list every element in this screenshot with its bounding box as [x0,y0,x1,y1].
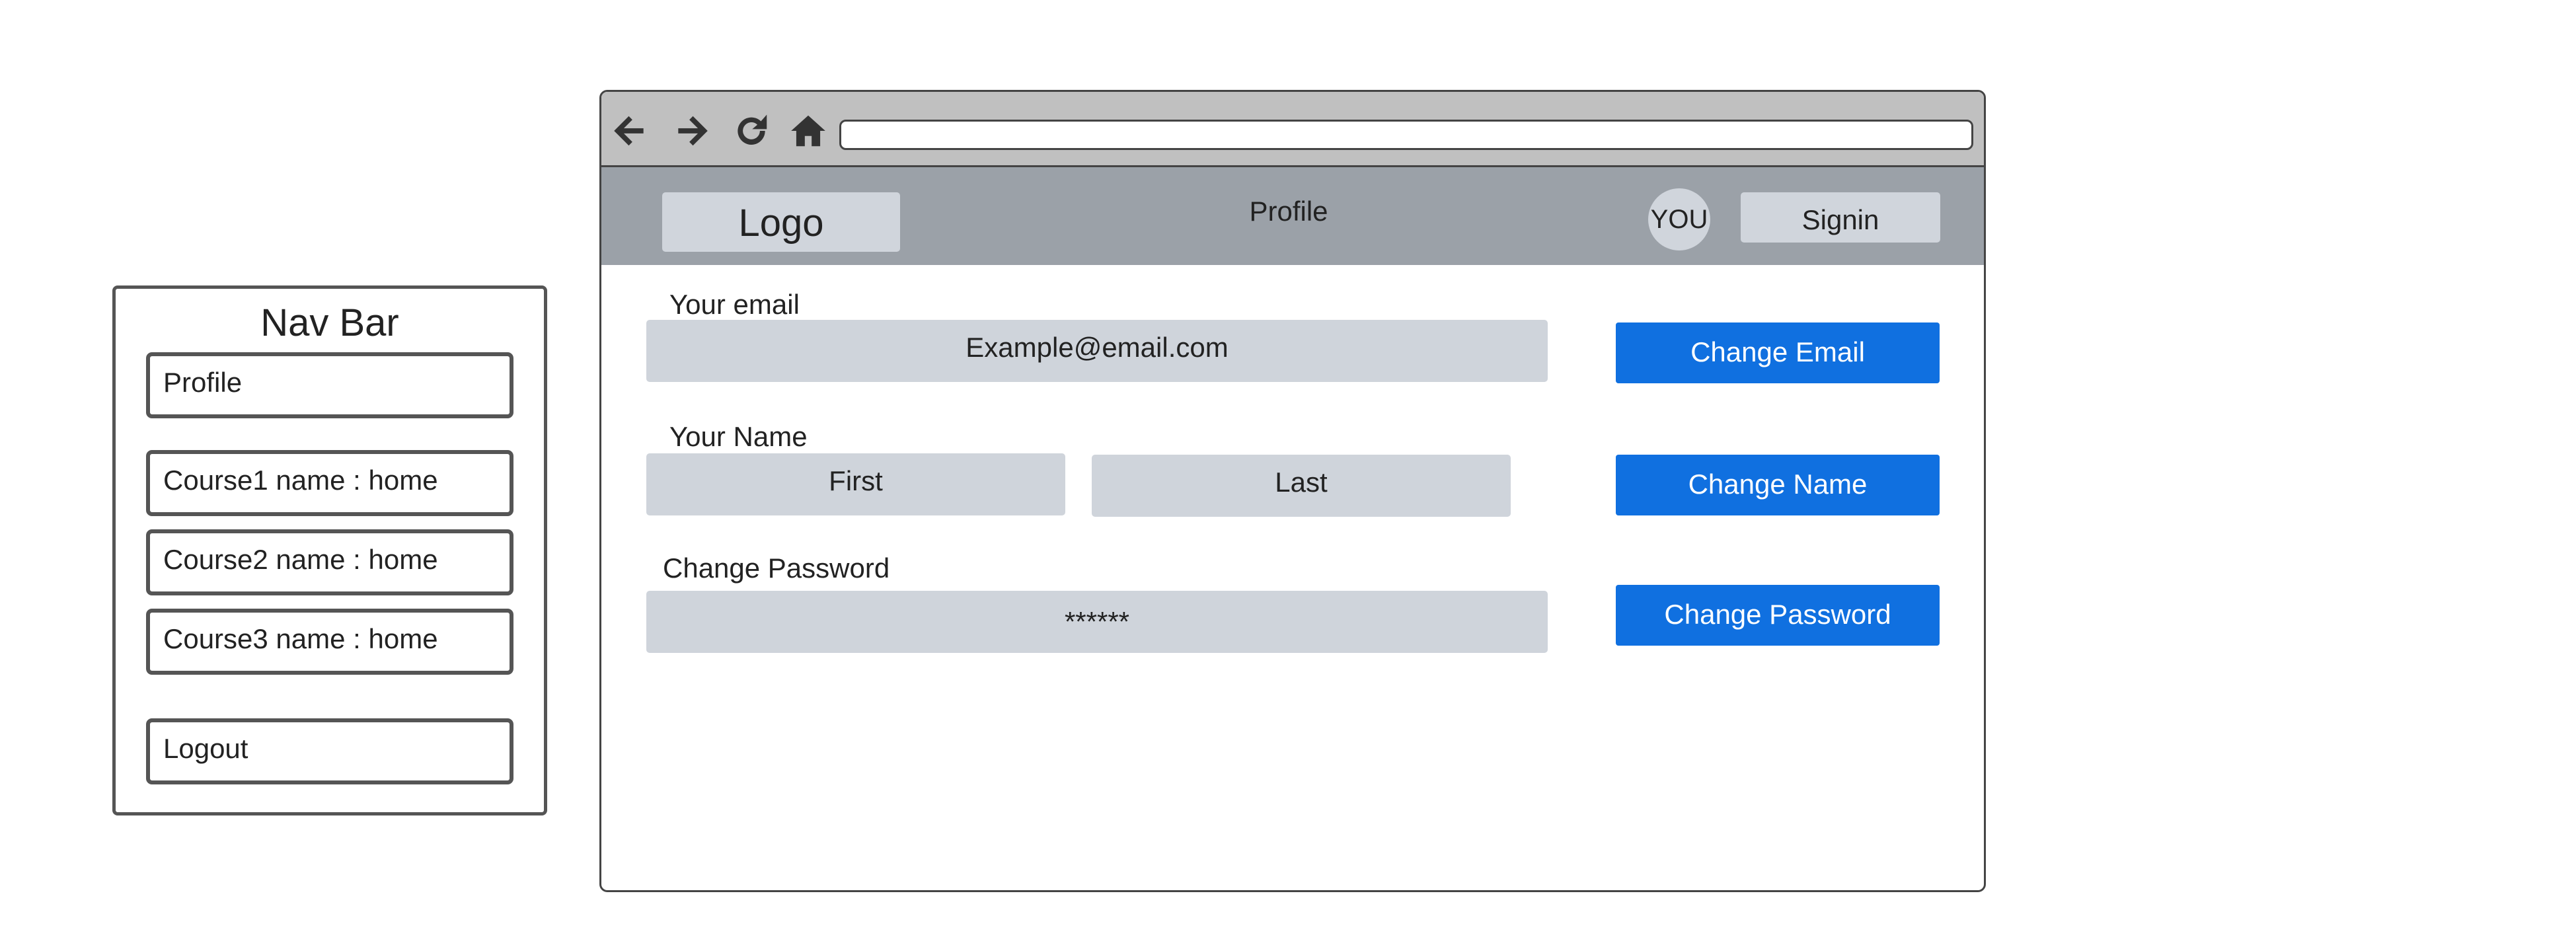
logo[interactable]: Logo [662,192,900,252]
name-label: Your Name [669,421,808,452]
change-name-button[interactable]: Change Name [1616,455,1940,515]
avatar[interactable]: YOU [1648,188,1710,250]
change-email-button[interactable]: Change Email [1616,322,1940,383]
back-arrow-icon[interactable] [609,110,650,151]
address-bar[interactable] [839,120,1973,150]
nav-bar-panel: Nav Bar Profile Course1 name : home Cour… [112,285,547,815]
change-password-button[interactable]: Change Password [1616,585,1940,646]
page-header: Logo Profile YOU Signin [601,167,1984,265]
page-title: Profile [1249,196,1328,227]
nav-bar-title: Nav Bar [260,301,399,344]
refresh-icon[interactable] [731,110,772,151]
nav-item-logout[interactable]: Logout [146,718,513,784]
password-field[interactable]: ****** [646,591,1548,653]
email-label: Your email [669,289,800,320]
first-name-field[interactable]: First [646,453,1065,515]
nav-item-profile[interactable]: Profile [146,352,513,418]
browser-window: Logo Profile YOU Signin Your email Examp… [599,90,1986,892]
home-icon[interactable] [788,110,829,151]
nav-item-course2[interactable]: Course2 name : home [146,529,513,595]
browser-toolbar [601,92,1984,167]
signin-button[interactable]: Signin [1741,192,1940,243]
forward-arrow-icon[interactable] [671,110,712,151]
last-name-field[interactable]: Last [1092,455,1511,517]
password-label: Change Password [663,552,890,584]
nav-item-course1[interactable]: Course1 name : home [146,450,513,516]
nav-item-course3[interactable]: Course3 name : home [146,609,513,675]
email-field[interactable]: Example@email.com [646,320,1548,382]
